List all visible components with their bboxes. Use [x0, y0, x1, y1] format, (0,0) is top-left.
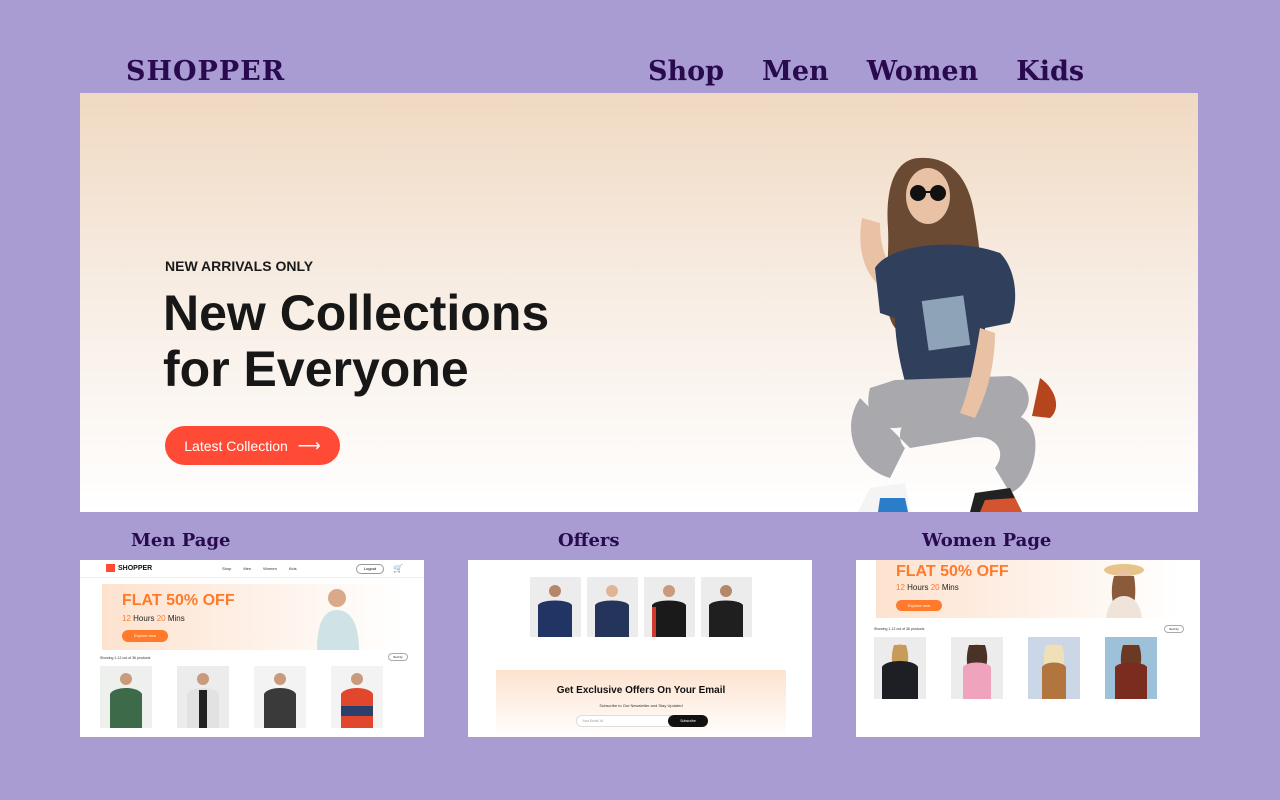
offers-product-card[interactable]: [701, 577, 752, 637]
newsletter-headline: Get Exclusive Offers On Your Email: [556, 685, 726, 696]
men-page-preview[interactable]: SHOPPER Shop Men Women Kids Logout 🛒 FLA…: [80, 560, 424, 737]
men-navbar: SHOPPER Shop Men Women Kids Logout 🛒: [80, 560, 424, 578]
women-product-card[interactable]: [1105, 637, 1157, 699]
brand-logo[interactable]: SHOPPER: [126, 56, 285, 87]
men-preview-link-men[interactable]: Men: [243, 566, 251, 571]
men-preview-link-women[interactable]: Women: [263, 566, 277, 571]
women-page-preview[interactable]: FLAT 50% OFF 12 Hours 20 Mins Explore no…: [856, 560, 1200, 737]
men-page-label: Men Page: [131, 530, 231, 551]
nav-women[interactable]: Women: [867, 56, 979, 87]
women-sort-button[interactable]: Sort by: [1164, 625, 1184, 633]
newsletter-box: Get Exclusive Offers On Your Email Subsc…: [496, 670, 786, 737]
women-product-card[interactable]: [874, 637, 926, 699]
hero-title-line2: for Everyone: [163, 341, 469, 397]
offers-label: Offers: [558, 530, 620, 551]
nav-shop[interactable]: Shop: [648, 56, 724, 87]
men-countdown: 12 Hours 20 Mins: [122, 614, 185, 623]
men-product-card[interactable]: [254, 666, 306, 728]
men-sort-button[interactable]: Sort by: [388, 653, 408, 661]
men-preview-logout-button[interactable]: Logout: [356, 564, 384, 574]
men-sort-text: Showing 1-12 out of 36 products: [100, 656, 151, 660]
women-flat-offer: FLAT 50% OFF: [896, 563, 1009, 580]
men-preview-link-shop[interactable]: Shop: [222, 566, 231, 571]
men-explore-button[interactable]: Explore now: [122, 630, 168, 642]
nav-kids[interactable]: Kids: [1016, 56, 1084, 87]
women-product-card[interactable]: [951, 637, 1003, 699]
men-flat-offer: FLAT 50% OFF: [122, 592, 235, 609]
newsletter-subtext: Subscribe to Our Newsletter and Stay Upd…: [599, 703, 683, 708]
men-offer-banner: FLAT 50% OFF 12 Hours 20 Mins Explore no…: [102, 584, 402, 650]
offers-product-card[interactable]: [530, 577, 581, 637]
men-product-card[interactable]: [177, 666, 229, 728]
women-offer-banner: FLAT 50% OFF 12 Hours 20 Mins Explore no…: [876, 560, 1180, 618]
women-countdown: 12 Hours 20 Mins: [896, 583, 959, 592]
offers-product-card[interactable]: [644, 577, 695, 637]
cart-icon[interactable]: 🛒: [393, 564, 403, 573]
main-nav: Shop Men Women Kids: [648, 56, 1084, 87]
latest-collection-button[interactable]: Latest Collection ⟶: [165, 426, 340, 465]
men-product-card[interactable]: [100, 666, 152, 728]
latest-collection-label: Latest Collection: [184, 437, 288, 454]
men-banner-model: [317, 589, 359, 650]
men-preview-logo: SHOPPER: [106, 564, 152, 572]
arrow-right-icon: ⟶: [297, 437, 321, 455]
hero-model-image: [851, 157, 1057, 512]
hero-banner: NEW ARRIVALS ONLY New Collections for Ev…: [80, 93, 1198, 512]
offers-page-preview[interactable]: Get Exclusive Offers On Your Email Subsc…: [468, 560, 812, 737]
men-product-card[interactable]: [331, 666, 383, 728]
nav-men[interactable]: Men: [762, 56, 829, 87]
offers-product-card[interactable]: [587, 577, 638, 637]
newsletter-subscribe-button[interactable]: Subscribe: [668, 715, 708, 727]
women-product-card[interactable]: [1028, 637, 1080, 699]
hero-kicker: NEW ARRIVALS ONLY: [165, 258, 314, 274]
hero-title-line1: New Collections: [163, 285, 550, 341]
women-sort-text: Showing 1-12 out of 36 products: [874, 627, 925, 631]
bag-icon: [106, 564, 115, 572]
newsletter-email-input[interactable]: Your Email Id: [576, 715, 676, 727]
hero-title: New Collections for Everyone: [163, 285, 549, 397]
women-banner-model: [1104, 564, 1144, 618]
women-explore-button[interactable]: Explore now: [896, 600, 942, 611]
men-preview-link-kids[interactable]: Kids: [289, 566, 297, 571]
women-page-label: Women Page: [922, 530, 1052, 551]
men-preview-links: Shop Men Women Kids: [222, 566, 297, 571]
